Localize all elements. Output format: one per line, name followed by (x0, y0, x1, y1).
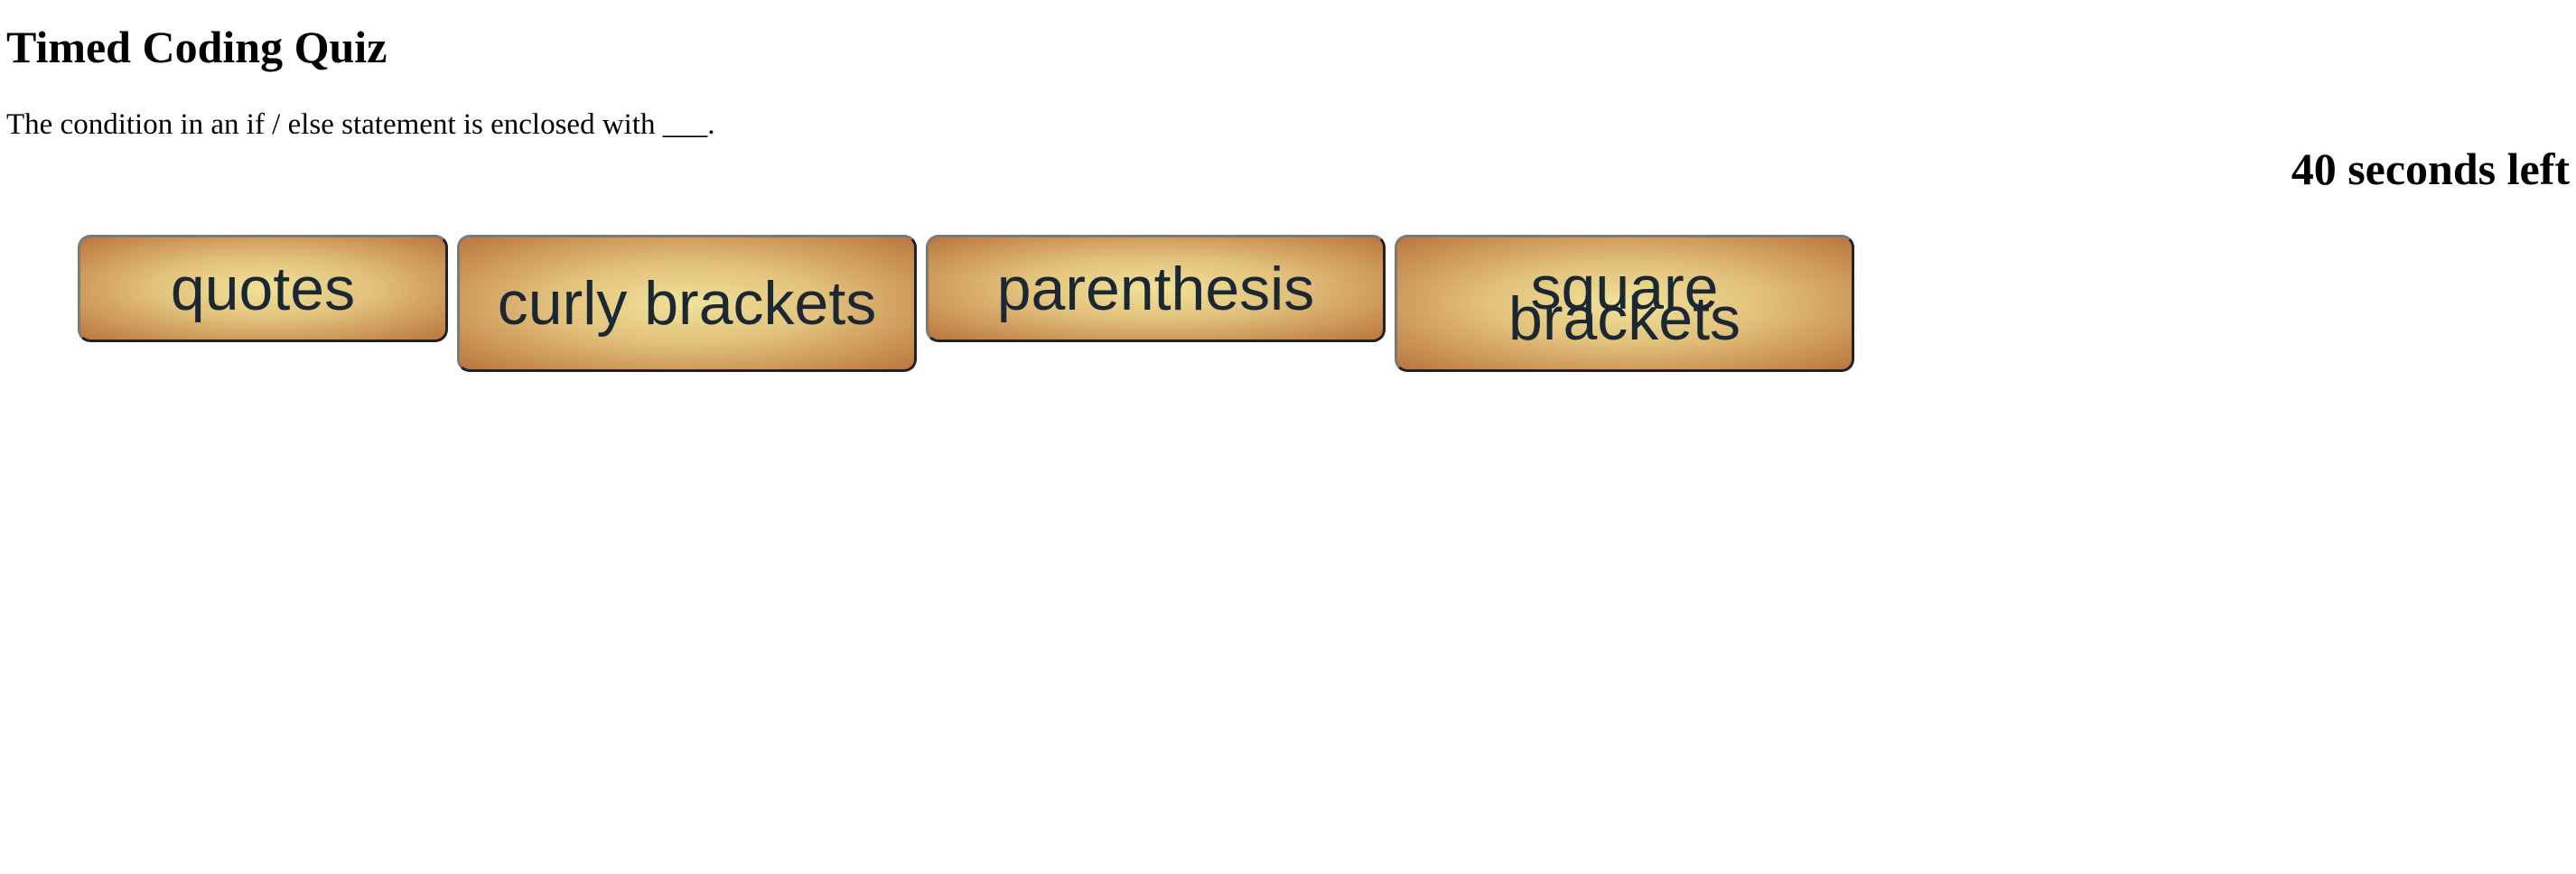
answer-button-parenthesis[interactable]: parenthesis (926, 235, 1386, 342)
question-text: The condition in an if / else statement … (6, 108, 715, 141)
answer-button-square-brackets[interactable]: square brackets (1395, 235, 1854, 372)
answer-button-curly-brackets[interactable]: curly brackets (457, 235, 917, 372)
timer-countdown: 40 seconds left (2291, 144, 2570, 194)
answer-label: curly brackets (497, 269, 877, 338)
answer-button-quotes[interactable]: quotes (78, 235, 448, 342)
answer-label: quotes (170, 254, 356, 323)
page-title: Timed Coding Quiz (6, 22, 387, 72)
answer-label: square brackets (1508, 254, 1741, 353)
answer-list: quotes curly brackets parenthesis square… (78, 235, 1854, 372)
answer-label: parenthesis (996, 254, 1315, 323)
